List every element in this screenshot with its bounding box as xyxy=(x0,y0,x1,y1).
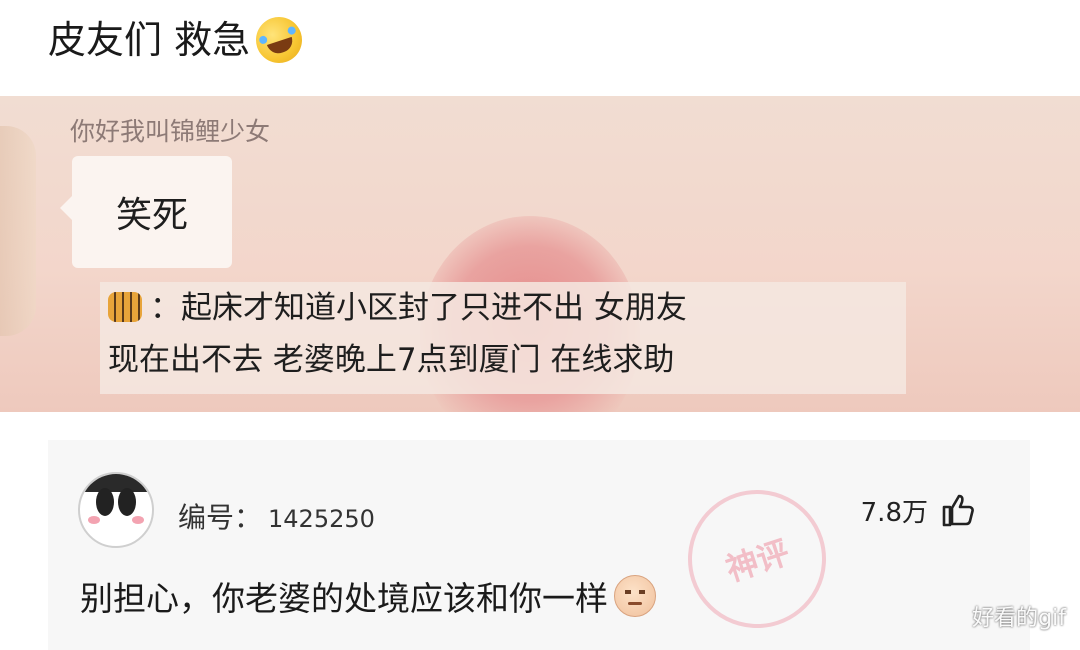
comment-text: 别担心，你老婆的处境应该和你一样 xyxy=(80,572,656,620)
chat-avatar-partial xyxy=(0,126,36,336)
comment-body: 别担心，你老婆的处境应该和你一样 xyxy=(80,579,608,618)
username-number: 1425250 xyxy=(268,505,375,533)
avatar[interactable] xyxy=(78,472,154,548)
comment-card: 神评 编号： 1425250 7.8万 别担心，你老婆的处境应该和你一样 xyxy=(48,440,1030,650)
tiger-icon xyxy=(108,292,142,322)
avatar-eye-right xyxy=(118,488,136,516)
chat-caption: ：起床才知道小区封了只进不出 女朋友 现在出不去 老婆晚上7点到厦门 在线求助 xyxy=(100,282,906,394)
post-title: 皮友们 救急 xyxy=(48,11,309,69)
like-count: 7.8万 xyxy=(860,497,928,528)
comment-username[interactable]: 编号： 1425250 xyxy=(178,496,375,536)
chat-bubble-text: 笑死 xyxy=(115,195,188,236)
chat-sender-name: 你好我叫锦鲤少女 xyxy=(70,117,271,146)
like-button[interactable]: 7.8万 xyxy=(861,490,978,530)
stamp-text: 神评 xyxy=(721,532,794,589)
chat-bubble: 笑死 xyxy=(60,156,232,268)
avatar-cheek-right xyxy=(132,516,144,524)
watermark: 好看的gif xyxy=(972,606,1066,631)
chat-caption-line-1: ：起床才知道小区封了只进不出 女朋友 xyxy=(108,282,898,334)
featured-comment-stamp-icon: 神评 xyxy=(670,472,844,646)
thumbs-up-icon xyxy=(942,494,974,527)
laughing-emoji-icon xyxy=(250,11,309,69)
chat-screenshot-image: 你好我叫锦鲤少女 笑死 ：起床才知道小区封了只进不出 女朋友 现在出不去 老婆晚… xyxy=(0,96,1080,412)
username-label: 编号： xyxy=(178,501,263,534)
post-title-text: 皮友们 救急 xyxy=(48,18,251,62)
caption-line1-text: ：起床才知道小区封了只进不出 女朋友 xyxy=(150,290,687,326)
avatar-hair xyxy=(80,474,152,492)
chat-caption-line-2: 现在出不去 老婆晚上7点到厦门 在线求助 xyxy=(108,342,675,378)
avatar-eye-left xyxy=(96,488,114,516)
smirk-emoji-icon xyxy=(614,575,656,617)
avatar-cheek-left xyxy=(88,516,100,524)
